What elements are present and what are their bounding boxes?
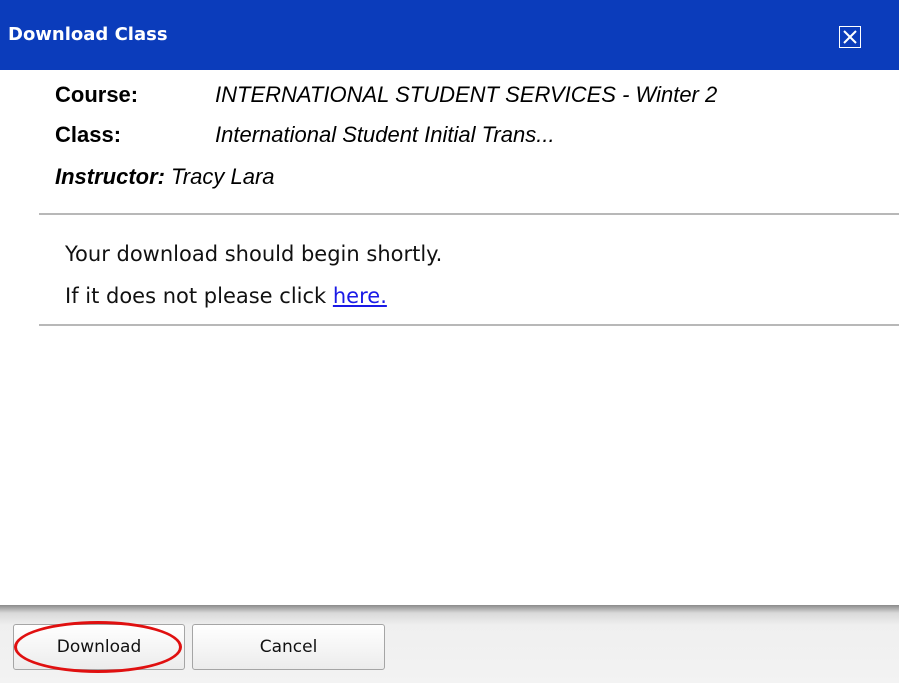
instructor-row: Instructor: Tracy Lara — [55, 164, 275, 190]
dialog-title: Download Class — [8, 24, 168, 45]
manual-download-link[interactable]: here. — [333, 284, 387, 308]
course-label: Course: — [55, 82, 139, 107]
dialog-titlebar: Download Class — [0, 0, 899, 70]
divider — [39, 324, 899, 326]
instructor-value: Tracy Lara — [171, 164, 275, 189]
cancel-button[interactable]: Cancel — [192, 624, 385, 670]
close-x-icon — [843, 30, 857, 44]
class-label: Class: — [55, 122, 122, 147]
instructor-label: Instructor: — [55, 164, 165, 189]
download-class-dialog: Download Class Course: INTERNATIONAL STUD… — [0, 0, 899, 683]
download-message: Your download should begin shortly. — [65, 242, 443, 266]
download-button[interactable]: Download — [13, 624, 185, 670]
class-row: Class: International Student Initial Tran… — [55, 122, 555, 148]
class-value: International Student Initial Trans... — [215, 122, 555, 147]
fallback-message: If it does not please click here. — [65, 284, 387, 308]
divider — [39, 213, 899, 215]
course-value: INTERNATIONAL STUDENT SERVICES - Winter … — [215, 82, 718, 107]
close-button[interactable] — [839, 26, 861, 48]
fallback-message-text: If it does not please click — [65, 284, 333, 308]
course-row: Course: INTERNATIONAL STUDENT SERVICES - … — [55, 82, 717, 108]
